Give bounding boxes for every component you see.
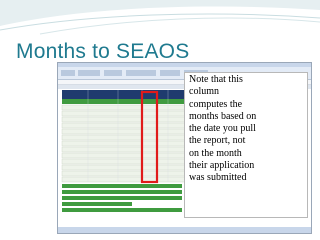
callout-note: Note that this column computes the month… (184, 72, 308, 218)
slide-title: Months to SEAOS (16, 40, 190, 63)
decorative-swoosh (0, 0, 320, 35)
callout-text: Note that this column computes the month… (189, 74, 257, 184)
excel-status-bar (58, 227, 311, 233)
